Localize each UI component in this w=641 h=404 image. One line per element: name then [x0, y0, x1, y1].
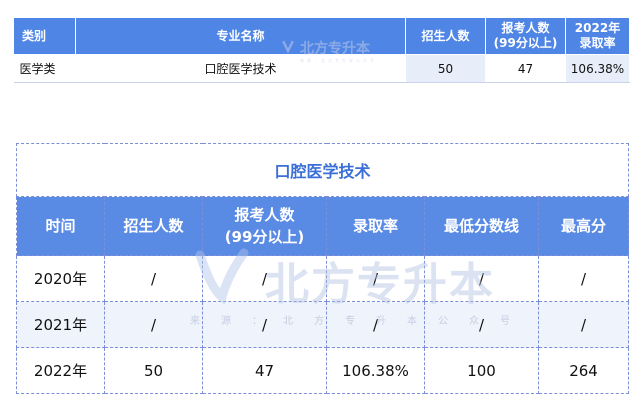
- table-row: 2022年 50 47 106.38% 100 264: [16, 347, 630, 394]
- cell-year: 2020年: [16, 255, 105, 302]
- cell-applicants: /: [202, 301, 327, 348]
- detail-header-time: 时间: [16, 196, 105, 256]
- detail-header-applicants-line1: 报考人数: [234, 206, 295, 224]
- summary-header-row: 类别 专业名称 招生人数 报考人数 (99分以上) 2022年 录取率: [13, 17, 630, 55]
- cell-applicants: /: [202, 255, 327, 302]
- cell-min-score: 100: [424, 347, 539, 394]
- cell-enrollment: /: [104, 301, 203, 348]
- cell-max-score: 264: [537, 347, 630, 394]
- cell-applicants: 47: [202, 347, 327, 394]
- header-enrollment: 招生人数: [405, 17, 486, 55]
- detail-header-applicants-line2: (99分以上): [224, 228, 305, 246]
- cell-admission-rate: /: [326, 301, 425, 348]
- detail-header-row: 时间 招生人数 报考人数 (99分以上) 录取率 最低分数线 最高分: [16, 196, 630, 256]
- detail-header-applicants: 报考人数 (99分以上): [202, 196, 327, 256]
- table-row: 2020年 / / / / /: [16, 255, 630, 302]
- cell-enrollment: 50: [405, 54, 486, 83]
- cell-admission-rate: 106.38%: [565, 54, 630, 83]
- cell-year: 2022年: [16, 347, 105, 394]
- detail-table: 口腔医学技术 时间 招生人数 报考人数 (99分以上) 录取率 最低分数线 最高…: [15, 143, 630, 394]
- summary-data-row: 医学类 口腔医学技术 50 47 106.38%: [13, 54, 630, 83]
- cell-min-score: /: [424, 255, 539, 302]
- page: 类别 专业名称 招生人数 报考人数 (99分以上) 2022年 录取率 医学类 …: [0, 0, 641, 404]
- cell-max-score: /: [537, 301, 630, 348]
- detail-header-max-score: 最高分: [537, 196, 630, 256]
- detail-title: 口腔医学技术: [15, 143, 630, 197]
- header-rate-line1: 2022年: [574, 21, 621, 35]
- cell-admission-rate: /: [326, 255, 425, 302]
- header-applicants-line2: (99分以上): [493, 36, 558, 50]
- detail-title-row: 口腔医学技术: [15, 143, 630, 197]
- cell-enrollment: /: [104, 255, 203, 302]
- detail-header-min-score: 最低分数线: [424, 196, 539, 256]
- cell-max-score: /: [537, 255, 630, 302]
- cell-min-score: /: [424, 301, 539, 348]
- cell-enrollment: 50: [104, 347, 203, 394]
- header-admission-rate: 2022年 录取率: [565, 17, 630, 55]
- table-row: 2021年 / / / / /: [16, 301, 630, 348]
- cell-category: 医学类: [13, 54, 76, 83]
- header-applicants: 报考人数 (99分以上): [485, 17, 566, 55]
- header-applicants-line1: 报考人数: [501, 21, 550, 35]
- header-category: 类别: [13, 17, 76, 55]
- cell-applicants: 47: [485, 54, 566, 83]
- detail-header-enrollment: 招生人数: [104, 196, 203, 256]
- cell-year: 2021年: [16, 301, 105, 348]
- cell-admission-rate: 106.38%: [326, 347, 425, 394]
- detail-header-admission-rate: 录取率: [326, 196, 425, 256]
- header-rate-line2: 录取率: [579, 36, 616, 50]
- cell-major: 口腔医学技术: [75, 54, 406, 83]
- header-major: 专业名称: [75, 17, 406, 55]
- summary-table: 类别 专业名称 招生人数 报考人数 (99分以上) 2022年 录取率 医学类 …: [13, 17, 630, 83]
